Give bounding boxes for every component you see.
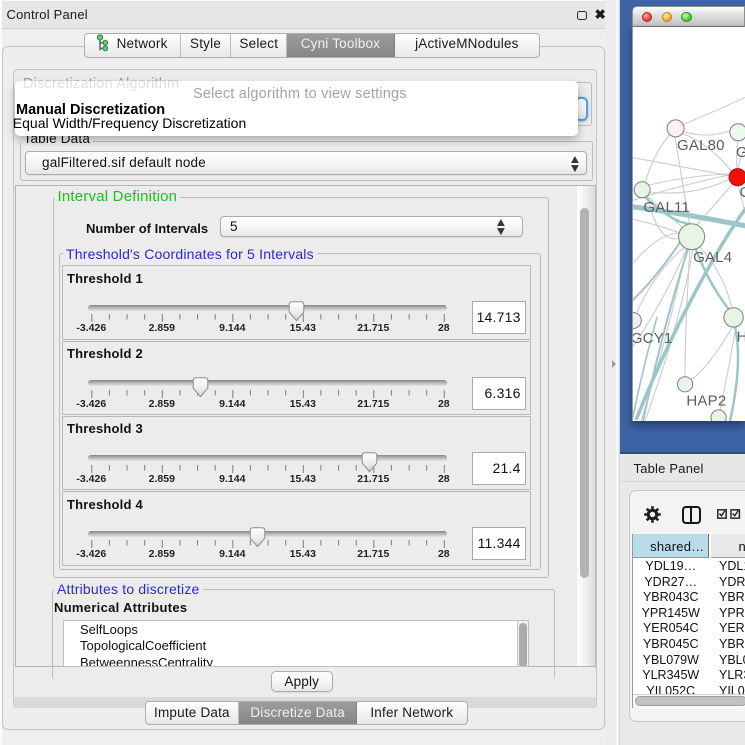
svg-text:GAL11: GAL11: [644, 199, 691, 216]
svg-text:GAL: GAL: [736, 144, 745, 161]
svg-text:H: H: [737, 329, 745, 346]
svg-text:GCY1: GCY1: [633, 330, 672, 347]
svg-text:CY: CY: [740, 184, 745, 201]
svg-text:HAP2: HAP2: [687, 393, 727, 410]
svg-text:GAL4: GAL4: [693, 249, 732, 266]
svg-text:GAL80: GAL80: [677, 137, 725, 154]
